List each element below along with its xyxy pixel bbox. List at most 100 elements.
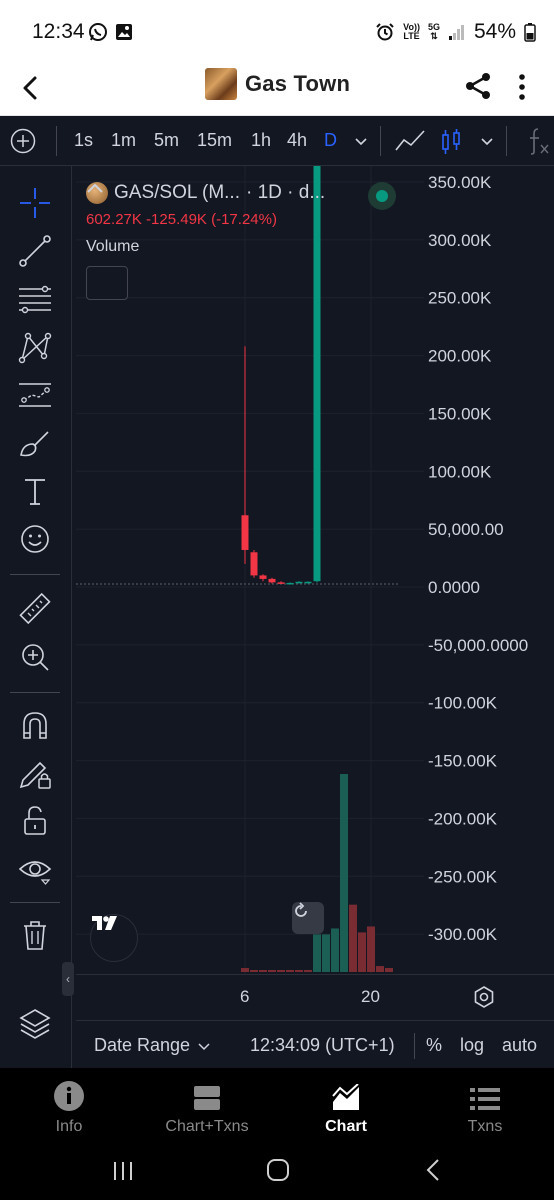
candle-body: [277, 582, 285, 584]
trend-line-tool[interactable]: [16, 232, 54, 270]
nav-info[interactable]: Info: [0, 1068, 138, 1144]
price-axis-label: 0.0000: [428, 578, 480, 597]
collapse-toolbar-tab[interactable]: ‹: [62, 962, 74, 996]
hide-drawings-tool[interactable]: [16, 850, 54, 888]
toolbar-separator: [56, 126, 57, 156]
timeframe-d[interactable]: D: [324, 130, 337, 151]
timezone-clock[interactable]: 12:34:09 (UTC+1): [250, 1035, 395, 1056]
add-symbol-icon[interactable]: [10, 128, 36, 154]
ruler-icon: [19, 592, 51, 625]
volume-bar: [313, 934, 321, 972]
more-vertical-icon[interactable]: [512, 70, 532, 104]
reset-chart-button[interactable]: [292, 902, 324, 934]
lock-drawing-tool[interactable]: [16, 754, 54, 792]
timeframe-dropdown-icon[interactable]: [354, 134, 368, 148]
home-icon[interactable]: [266, 1158, 290, 1182]
log-scale-toggle[interactable]: log: [460, 1035, 484, 1056]
brush-tool[interactable]: [16, 424, 54, 462]
notification-icons: [88, 22, 134, 42]
candle-body: [241, 515, 249, 550]
timeframe-1s[interactable]: 1s: [74, 130, 93, 151]
date-range-dropdown-icon[interactable]: [198, 1041, 210, 1051]
time-axis[interactable]: 6 20: [76, 974, 554, 1020]
auto-scale-toggle[interactable]: auto: [502, 1035, 537, 1056]
price-axis-label: -300.00K: [428, 925, 498, 944]
price-axis-label: 300.00K: [428, 231, 492, 250]
unlock-icon: [24, 806, 46, 835]
back-nav-icon[interactable]: [424, 1158, 442, 1182]
candle-body: [259, 575, 267, 579]
candle-body: [286, 582, 294, 585]
magnet-tool[interactable]: [16, 706, 54, 744]
trash-icon: [24, 921, 46, 950]
crosshair-tool[interactable]: [16, 184, 54, 222]
drawing-toolbar: [0, 166, 72, 1068]
toolbar-separator: [506, 126, 507, 156]
pattern-nodes-icon: [18, 332, 52, 364]
price-axis-label: 150.00K: [428, 404, 492, 423]
volume-label: Volume: [86, 238, 140, 255]
collapse-legend-button[interactable]: [86, 183, 128, 300]
symbol-name: GAS/SOL (M...: [114, 182, 240, 203]
indicators-fx-icon[interactable]: [524, 126, 552, 156]
chart-type-dropdown-icon[interactable]: [480, 134, 494, 148]
measure-tool[interactable]: [16, 590, 54, 628]
pattern-tool[interactable]: [16, 328, 54, 366]
chart-legend: GAS/SOL (M... · 1D · d... 602.27K -125.4…: [86, 182, 325, 300]
forecast-tool[interactable]: [16, 376, 54, 414]
emoji-tool[interactable]: [16, 520, 54, 558]
market-status-indicator[interactable]: [368, 182, 396, 210]
nav-txns[interactable]: Txns: [416, 1068, 554, 1144]
volume-bar: [286, 970, 294, 972]
date-range-label: Date Range: [94, 1035, 191, 1055]
token-logo: [205, 68, 237, 100]
volume-bar: [241, 968, 249, 972]
timeframe-15m[interactable]: 15m: [197, 130, 232, 151]
candles-chart-type-icon[interactable]: [440, 128, 462, 156]
pencil-lock-icon: [19, 761, 51, 789]
timeframe-1m[interactable]: 1m: [111, 130, 136, 151]
price-axis-label: 250.00K: [428, 289, 492, 308]
price-axis-label: -50,000.0000: [428, 636, 528, 655]
remove-drawings-tool[interactable]: [16, 916, 54, 954]
zoom-in-icon: [22, 644, 49, 671]
share-icon[interactable]: [462, 70, 494, 102]
volume-bar: [376, 966, 384, 972]
recent-apps-icon[interactable]: [112, 1160, 134, 1182]
fib-retracement-tool[interactable]: [16, 280, 54, 318]
volume-bar: [340, 774, 348, 972]
legend-symbol-row[interactable]: GAS/SOL (M... · 1D · d...: [86, 182, 325, 204]
volume-bar: [322, 934, 330, 972]
text-tool[interactable]: [16, 472, 54, 510]
tradingview-logo[interactable]: [90, 914, 138, 962]
volume-bar: [349, 904, 357, 972]
volume-bar: [304, 970, 312, 972]
nav-chart[interactable]: Chart: [277, 1068, 415, 1144]
timeframe-5m[interactable]: 5m: [154, 130, 179, 151]
timeframe-4h[interactable]: 4h: [287, 130, 307, 151]
whatsapp-icon: [89, 23, 107, 41]
tools-separator: [10, 692, 60, 693]
brush-icon: [20, 431, 49, 457]
system-navigation: [0, 1144, 554, 1200]
back-arrow-icon[interactable]: [16, 72, 46, 104]
zoom-in-tool[interactable]: [16, 638, 54, 676]
x-tick-label: 20: [361, 987, 380, 1006]
line-chart-type-icon[interactable]: [394, 128, 426, 154]
tools-separator: [10, 902, 60, 903]
price-chart[interactable]: 350.00K 300.00K 250.00K 200.00K 150.00K 100.0…: [76, 166, 554, 974]
volume-bar: [277, 970, 285, 972]
date-range-selector[interactable]: Date Range: [94, 1035, 190, 1056]
smiley-icon: [21, 525, 49, 553]
info-icon: [54, 1081, 84, 1111]
volume-bar: [268, 970, 276, 972]
chart-footer-bar: Date Range 12:34:09 (UTC+1) % log auto: [76, 1020, 554, 1068]
lock-all-tool[interactable]: [16, 802, 54, 840]
nav-info-label: Info: [55, 1118, 83, 1135]
timeframe-1h[interactable]: 1h: [251, 130, 271, 151]
nav-chart-txns[interactable]: Chart+Txns: [138, 1068, 276, 1144]
object-tree-tool[interactable]: [16, 1004, 54, 1042]
chart-settings-icon[interactable]: [472, 985, 496, 1009]
percent-scale-toggle[interactable]: %: [426, 1035, 442, 1056]
horizontal-lines-icon: [19, 285, 51, 314]
